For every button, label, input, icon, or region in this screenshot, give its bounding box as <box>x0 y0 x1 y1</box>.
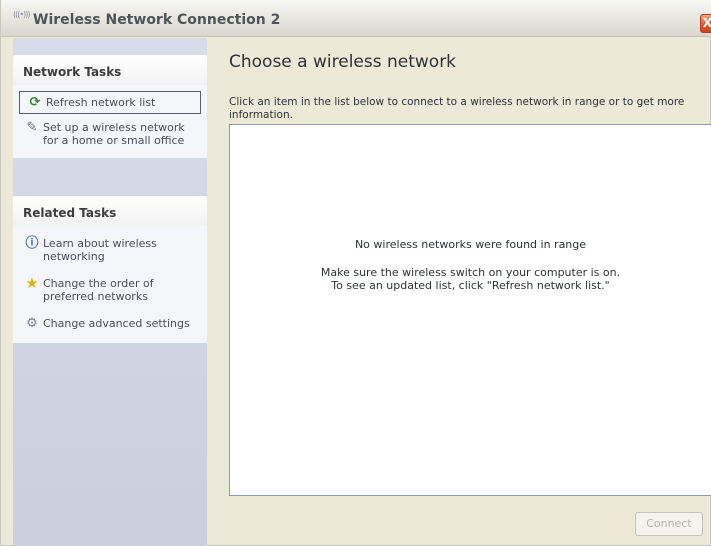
wireless-signal-icon: (((•))) <box>13 10 30 19</box>
learn-wireless-label: Learn about wireless networking <box>43 237 157 263</box>
change-preferred-order-link[interactable]: ★ Change the order of preferred networks <box>21 274 199 306</box>
refresh-network-list-link[interactable]: ⟳ Refresh network list <box>19 91 201 114</box>
related-tasks-header: Related Tasks <box>13 196 207 226</box>
setup-wireless-network-link[interactable]: ✎ Set up a wireless network for a home o… <box>21 118 199 150</box>
refresh-icon: ⟳ <box>29 95 41 110</box>
empty-list-hint-1: Make sure the wireless switch on your co… <box>320 266 621 279</box>
network-tasks-body: ⟳ Refresh network list ✎ Set up a wirele… <box>13 85 207 158</box>
connect-button[interactable]: Connect <box>635 512 703 536</box>
wireless-network-window: (((•))) Wireless Network Connection 2 X … <box>0 0 711 546</box>
network-tasks-header: Network Tasks <box>13 55 207 85</box>
network-tasks-panel: Network Tasks ⟳ Refresh network list ✎ S… <box>13 55 207 158</box>
info-icon: ⓘ <box>25 236 39 251</box>
star-icon: ★ <box>25 274 39 292</box>
related-tasks-panel: Related Tasks ⓘ Learn about wireless net… <box>13 196 207 343</box>
learn-wireless-link[interactable]: ⓘ Learn about wireless networking <box>21 234 199 266</box>
title-bar[interactable]: (((•))) Wireless Network Connection 2 X <box>1 0 711 37</box>
wireless-network-list[interactable]: No wireless networks were found in range… <box>229 124 711 496</box>
settings-icon: ⚙ <box>26 316 38 331</box>
related-tasks-body: ⓘ Learn about wireless networking ★ Chan… <box>13 226 207 343</box>
page-title: Choose a wireless network <box>229 52 457 72</box>
change-preferred-order-label: Change the order of preferred networks <box>43 277 154 303</box>
empty-list-hint-2: To see an updated list, click "Refresh n… <box>331 279 610 292</box>
change-advanced-settings-link[interactable]: ⚙ Change advanced settings <box>21 314 199 333</box>
window-title: Wireless Network Connection 2 <box>33 12 281 28</box>
instructions-text: Click an item in the list below to conne… <box>229 96 685 121</box>
change-advanced-settings-label: Change advanced settings <box>43 317 190 330</box>
refresh-network-list-label: Refresh network list <box>46 96 156 109</box>
empty-list-title: No wireless networks were found in range <box>354 238 587 251</box>
close-button[interactable]: X <box>700 14 711 33</box>
setup-wireless-network-label: Set up a wireless network for a home or … <box>43 121 185 147</box>
setup-wireless-icon: ✎ <box>26 120 38 135</box>
